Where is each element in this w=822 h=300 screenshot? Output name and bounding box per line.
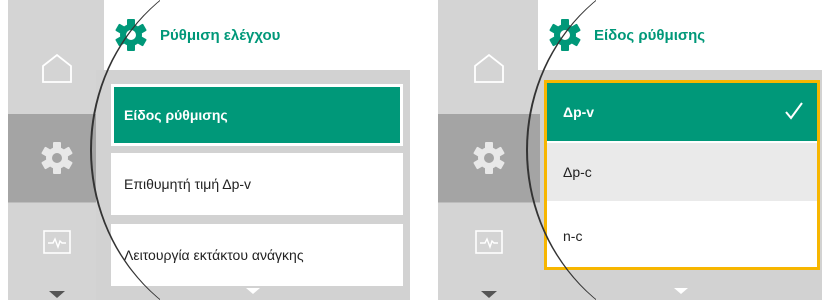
rail-item-settings[interactable] xyxy=(438,114,540,202)
gear-icon xyxy=(473,142,505,174)
pulse-monitor-icon xyxy=(475,230,503,254)
home-icon xyxy=(474,53,504,83)
page-title: Ρύθμιση ελέγχου xyxy=(160,26,281,44)
settings-screen-left: Είδος ρύθμισης Επιθυμητή τιμή Δp-v Λειτο… xyxy=(0,0,410,300)
checkmark-icon xyxy=(785,102,803,120)
pulse-monitor-icon xyxy=(43,230,71,254)
rail-item-home[interactable] xyxy=(438,22,540,114)
scroll-down-icon xyxy=(674,288,688,294)
home-icon xyxy=(42,53,72,83)
scroll-down-icon xyxy=(246,288,260,294)
page-title: Είδος ρύθμισης xyxy=(594,26,706,44)
rail-scroll-down-icon xyxy=(49,291,65,298)
gear-icon xyxy=(41,142,73,174)
settings-screen-right: Δp-v Δp-c n-c Είδος ρύθμισης xyxy=(438,0,822,300)
rail-item-monitor[interactable] xyxy=(438,202,540,282)
bezel-curve xyxy=(90,0,160,300)
bezel-curve xyxy=(526,0,596,300)
side-rail xyxy=(438,0,540,300)
rail-scroll-down-icon xyxy=(481,291,497,298)
